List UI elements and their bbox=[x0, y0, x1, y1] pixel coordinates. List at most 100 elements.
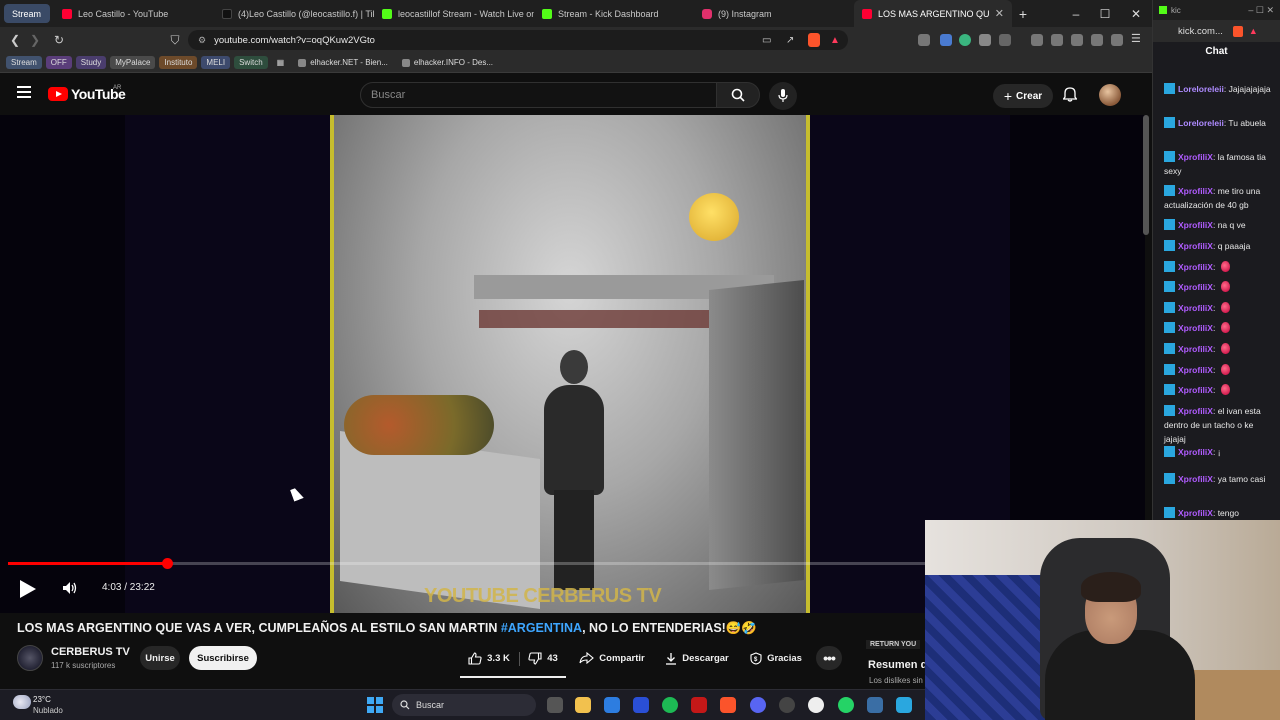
thanks-button[interactable]: $ Gracias bbox=[744, 646, 808, 670]
voice-search-button[interactable] bbox=[769, 82, 797, 110]
brave-rewards-icon[interactable]: ▲ bbox=[830, 30, 840, 50]
chat-username[interactable]: XprofiliX bbox=[1178, 406, 1213, 416]
taskbar-search[interactable]: Buscar bbox=[392, 694, 536, 716]
discord-icon[interactable] bbox=[750, 697, 766, 713]
store-icon[interactable] bbox=[604, 697, 620, 713]
vpn-icon[interactable] bbox=[1111, 34, 1123, 46]
share-icon[interactable]: ↗ bbox=[786, 30, 794, 50]
cast-icon[interactable]: ▭ bbox=[762, 30, 771, 50]
notifications-button[interactable] bbox=[1062, 87, 1078, 107]
channel-avatar[interactable] bbox=[17, 645, 43, 671]
chat-username[interactable]: XprofiliX bbox=[1178, 447, 1213, 457]
bookmark-link[interactable]: elhacker.INFO - Des... bbox=[397, 56, 498, 69]
tab-youtube-channel[interactable]: Leo Castillo - YouTube bbox=[54, 0, 214, 27]
app-icon[interactable] bbox=[896, 697, 912, 713]
file-explorer-icon[interactable] bbox=[575, 697, 591, 713]
extension-icon[interactable] bbox=[940, 34, 952, 46]
back-icon[interactable]: ❮ bbox=[5, 33, 25, 47]
leo-ai-icon[interactable] bbox=[1091, 34, 1103, 46]
extension-icon[interactable] bbox=[959, 34, 971, 46]
share-button[interactable]: Compartir bbox=[574, 646, 650, 670]
cloud-icon[interactable] bbox=[13, 695, 31, 709]
brave-browser-icon[interactable] bbox=[720, 697, 736, 713]
download-button[interactable]: Descargar bbox=[659, 646, 735, 670]
page-scrollbar[interactable] bbox=[1143, 115, 1149, 235]
whatsapp-icon[interactable] bbox=[838, 697, 854, 713]
chat-username[interactable]: XprofiliX bbox=[1178, 344, 1213, 354]
weather-condition[interactable]: Nublado bbox=[33, 706, 63, 715]
minimize-icon[interactable]: – bbox=[1061, 0, 1091, 27]
puzzle-icon[interactable] bbox=[979, 34, 991, 46]
menu-icon[interactable]: ☰ bbox=[1131, 32, 1143, 45]
bookmark-icon[interactable]: ⛉ bbox=[165, 33, 185, 48]
tab-kick-dashboard[interactable]: Stream - Kick Dashboard bbox=[534, 0, 694, 27]
bookmark-meli[interactable]: MELI bbox=[201, 56, 231, 69]
account-avatar[interactable] bbox=[1099, 84, 1121, 106]
app-icon[interactable] bbox=[691, 697, 707, 713]
obs-icon[interactable] bbox=[808, 697, 824, 713]
brave-shield-icon[interactable] bbox=[1232, 25, 1243, 37]
chat-username[interactable]: Loreloreleii bbox=[1178, 118, 1224, 128]
chat-username[interactable]: XprofiliX bbox=[1178, 262, 1213, 272]
app-icon[interactable] bbox=[779, 697, 795, 713]
brave-shield-icon[interactable] bbox=[808, 33, 820, 47]
chat-username[interactable]: XprofiliX bbox=[1178, 241, 1213, 251]
volume-button[interactable] bbox=[62, 581, 78, 600]
chat-username[interactable]: XprofiliX bbox=[1178, 152, 1213, 162]
join-button[interactable]: Unirse bbox=[140, 646, 180, 670]
temperature[interactable]: 23°C bbox=[33, 695, 51, 704]
forward-icon[interactable]: ❯ bbox=[25, 33, 45, 47]
search-input[interactable]: Buscar bbox=[360, 82, 717, 108]
maximize-icon[interactable]: ☐ bbox=[1090, 0, 1120, 27]
chat-username[interactable]: XprofiliX bbox=[1178, 186, 1213, 196]
tab-tiktok[interactable]: (4)Leo Castillo (@leocastillo.f) | TikTo bbox=[214, 0, 374, 27]
close-window-icon[interactable]: ✕ bbox=[1121, 0, 1151, 27]
tab-stream[interactable]: Stream bbox=[4, 4, 50, 23]
tab-kick-stream[interactable]: leocastillof Stream - Watch Live on K bbox=[374, 0, 534, 27]
bookmark-link[interactable]: elhacker.NET - Bien... bbox=[293, 56, 393, 69]
apps-grid-icon[interactable]: ▦ bbox=[272, 56, 290, 69]
chat-username[interactable]: XprofiliX bbox=[1178, 282, 1213, 292]
app-icon[interactable] bbox=[633, 697, 649, 713]
progress-bar[interactable] bbox=[8, 558, 925, 569]
dislike-button[interactable]: 43 bbox=[524, 646, 562, 670]
address-bar[interactable]: ⚙ youtube.com/watch?v=oqQKuw2VGto ▭ ↗ ▲ bbox=[188, 30, 848, 50]
window-controls-icon[interactable]: – ☐ ✕ bbox=[1248, 5, 1274, 16]
music-icon[interactable] bbox=[1031, 34, 1043, 46]
play-button[interactable] bbox=[20, 580, 36, 598]
chat-username[interactable]: XprofiliX bbox=[1178, 385, 1213, 395]
windows-start-icon[interactable] bbox=[367, 697, 383, 713]
bookmark-stream[interactable]: Stream bbox=[6, 56, 42, 69]
promo-title[interactable]: Resumen d bbox=[868, 659, 927, 671]
sidebar-icon[interactable] bbox=[1051, 34, 1063, 46]
bookmark-mypalace[interactable]: MyPalace bbox=[110, 56, 156, 69]
chat-username[interactable]: XprofiliX bbox=[1178, 474, 1213, 484]
spotify-icon[interactable] bbox=[662, 697, 678, 713]
tab-instagram[interactable]: (9) Instagram bbox=[694, 0, 854, 27]
progress-scrubber[interactable] bbox=[162, 558, 173, 569]
chat-username[interactable]: XprofiliX bbox=[1178, 365, 1213, 375]
extension-icon[interactable] bbox=[999, 34, 1011, 46]
brave-rewards-icon[interactable]: ▲ bbox=[1249, 26, 1258, 36]
chat-username[interactable]: XprofiliX bbox=[1178, 508, 1213, 518]
search-button[interactable] bbox=[716, 82, 760, 108]
wallet-icon[interactable] bbox=[1071, 34, 1083, 46]
like-button[interactable]: 3.3 K bbox=[461, 646, 517, 670]
reload-icon[interactable]: ↻ bbox=[49, 33, 69, 47]
chat-username[interactable]: XprofiliX bbox=[1178, 303, 1213, 313]
hamburger-menu-icon[interactable] bbox=[17, 86, 31, 98]
title-hashtag[interactable]: #ARGENTINA bbox=[501, 621, 582, 635]
task-view-icon[interactable] bbox=[547, 697, 563, 713]
tab-youtube-video[interactable]: LOS MAS ARGENTINO QUE VAS ✕ bbox=[854, 0, 1012, 27]
subscribe-button[interactable]: Suscribirse bbox=[189, 646, 257, 670]
more-actions-button[interactable]: ••• bbox=[816, 646, 842, 670]
bookmark-instituto[interactable]: Instituto bbox=[159, 56, 198, 69]
new-tab-icon[interactable]: + bbox=[1012, 6, 1034, 22]
close-tab-icon[interactable]: ✕ bbox=[995, 7, 1004, 20]
create-button[interactable]: + Crear bbox=[993, 84, 1053, 108]
kick-address-bar[interactable]: kick.com... ▲ bbox=[1153, 20, 1280, 42]
chat-username[interactable]: XprofiliX bbox=[1178, 323, 1213, 333]
site-settings-icon[interactable]: ⚙ bbox=[198, 35, 206, 46]
bookmark-switch[interactable]: Switch bbox=[234, 56, 268, 69]
chat-username[interactable]: Loreloreleii bbox=[1178, 84, 1224, 94]
